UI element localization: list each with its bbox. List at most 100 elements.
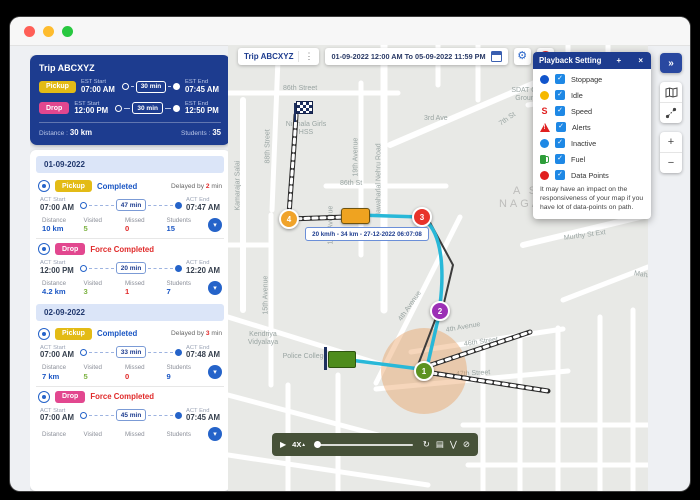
setting-row-alerts: Alerts (540, 122, 644, 132)
chevron-up-icon: ▴ (302, 441, 305, 448)
marker-toggle-icon[interactable]: ⋁ (450, 440, 457, 449)
entry-status: Completed (96, 329, 138, 339)
stat-students: Students 9 (166, 364, 191, 381)
stat-distance: Distance (42, 430, 67, 438)
trip-entry: Drop Force Completed ACT Start 12:00 PM 2… (34, 239, 226, 301)
drop-badge: Drop (55, 243, 86, 256)
stat-visited: Visited (83, 430, 102, 438)
gear-icon: ⚙ (517, 50, 528, 62)
duration-connector: 33 min (80, 346, 182, 359)
map-layers-button[interactable] (660, 82, 682, 102)
fuel-pump-icon (540, 154, 549, 164)
map-tools-group (660, 82, 682, 123)
fuel-checkbox[interactable] (555, 154, 565, 164)
settings-button[interactable]: ⚙ (513, 48, 531, 65)
play-icon[interactable]: ▶ (280, 440, 286, 449)
summary-pickup-row: Pickup EST Start 07:00 AM 30 min EST End (39, 79, 221, 95)
act-end: ACT End 12:20 AM (186, 260, 220, 276)
total-students: 35 (212, 128, 221, 138)
summary-drop-row: Drop EST Start 12:00 PM 30 min EST End 1… (39, 101, 221, 117)
stoppage-dot-icon (540, 74, 549, 84)
summary-totals: Distance :30 km Students :35 (39, 128, 221, 138)
close-icon[interactable]: × (636, 56, 645, 65)
pickup-badge: Pickup (55, 180, 92, 193)
trip-entry: Pickup Completed Delayed by 3 min ACT St… (34, 324, 226, 386)
delay-text: Delayed by 3 min (171, 330, 222, 338)
speed-squiggle-icon: S (541, 105, 548, 116)
speed-checkbox[interactable] (555, 106, 565, 116)
panel-body: Stoppage Idle S Speed (533, 69, 651, 219)
act-end: ACT End 07:45 AM (186, 407, 220, 423)
window-titlebar (10, 17, 690, 46)
map-marker-2[interactable]: 2 (430, 301, 450, 321)
green-vehicle-icon[interactable] (328, 351, 356, 368)
stat-distance: Distance 10 km (42, 216, 67, 234)
move-icon[interactable]: + (615, 56, 624, 65)
route-path-button[interactable] (660, 102, 682, 123)
hide-path-icon[interactable]: ⊘ (463, 440, 470, 449)
idle-checkbox[interactable] (555, 90, 565, 100)
minimize-traffic-light[interactable] (43, 25, 54, 37)
est-end: EST End 12:50 PM (185, 100, 219, 116)
bus-vehicle-icon[interactable] (341, 208, 370, 224)
inactive-checkbox[interactable] (555, 138, 565, 148)
alert-triangle-icon (540, 122, 550, 132)
drop-badge: Drop (55, 390, 86, 403)
panel-header: Playback Setting + × (533, 52, 651, 69)
stat-visited: Visited 5 (83, 216, 102, 234)
entry-status: Force Completed (90, 392, 155, 402)
finish-flag-icon[interactable] (296, 101, 313, 114)
map-icon (665, 86, 677, 98)
expand-chevron-icon[interactable]: ▾ (208, 365, 222, 380)
duration-connector: 47 min (80, 199, 182, 212)
map-marker-1[interactable]: 1 (414, 361, 434, 381)
trip-summary-card: Trip ABCXYZ Pickup EST Start 07:00 AM 30… (30, 55, 230, 146)
kebab-menu-icon[interactable]: ⋮ (298, 51, 313, 62)
map-marker-3[interactable]: 3 (412, 207, 432, 227)
map-controls-rail: » + − (658, 53, 684, 173)
expand-chevron-icon[interactable]: ▾ (208, 281, 222, 296)
date-range-picker[interactable]: 01-09-2022 12:00 AM To 05-09-2022 11:59 … (325, 48, 508, 65)
end-point-icon (173, 83, 181, 91)
trip-entry: Drop Force Completed ACT Start 07:00 AM 4… (34, 387, 226, 447)
zoom-in-button[interactable]: + (660, 132, 682, 152)
stat-visited: Visited 5 (83, 364, 102, 381)
stoppage-checkbox[interactable] (555, 74, 565, 84)
zoom-out-button[interactable]: − (660, 152, 682, 173)
calendar-icon (490, 51, 502, 62)
playback-tooltip: 20 km/h - 34 km - 27-12-2022 06:07:08 (305, 227, 429, 241)
delay-text: Delayed by 2 min (171, 182, 222, 190)
collapse-panel-button[interactable]: » (660, 53, 682, 73)
maximize-traffic-light[interactable] (62, 25, 73, 37)
slider-handle[interactable] (313, 441, 321, 448)
setting-row-fuel: Fuel (540, 154, 644, 164)
entry-radio[interactable] (38, 390, 50, 403)
stat-distance: Distance 4.2 km (42, 279, 67, 297)
duration-connector: 30 min (121, 80, 181, 93)
trip-name: Trip ABCXYZ (244, 52, 294, 61)
entry-radio[interactable] (38, 327, 50, 340)
stat-missed: Missed (125, 430, 145, 438)
datapoint-dot-icon (540, 170, 549, 180)
close-traffic-light[interactable] (24, 25, 35, 37)
trip-selector[interactable]: Trip ABCXYZ ⋮ (238, 48, 320, 65)
start-point-icon (121, 83, 129, 91)
entry-radio[interactable] (38, 243, 50, 256)
playback-slider[interactable] (313, 441, 413, 448)
speed-selector[interactable]: 4X ▴ (292, 440, 305, 449)
alerts-checkbox[interactable] (556, 122, 566, 132)
screen: Trip ABCXYZ Pickup EST Start 07:00 AM 30… (0, 0, 700, 500)
replay-icon[interactable]: ↻ (423, 440, 430, 449)
entry-radio[interactable] (38, 180, 50, 193)
vehicle-flag-pole (324, 347, 327, 370)
map-marker-4[interactable]: 4 (279, 209, 299, 229)
date-header: 02-09-2022 (36, 303, 224, 321)
event-list-icon[interactable]: ▤ (436, 440, 444, 449)
expand-chevron-icon[interactable]: ▾ (208, 218, 222, 233)
setting-row-inactive: Inactive (540, 138, 644, 148)
est-start: EST Start 12:00 PM (74, 100, 109, 116)
stat-missed: Missed 0 (125, 216, 145, 234)
act-end: ACT End 07:48 AM (186, 344, 220, 360)
datapoints-checkbox[interactable] (555, 170, 565, 180)
expand-chevron-icon[interactable]: ▾ (208, 427, 222, 442)
